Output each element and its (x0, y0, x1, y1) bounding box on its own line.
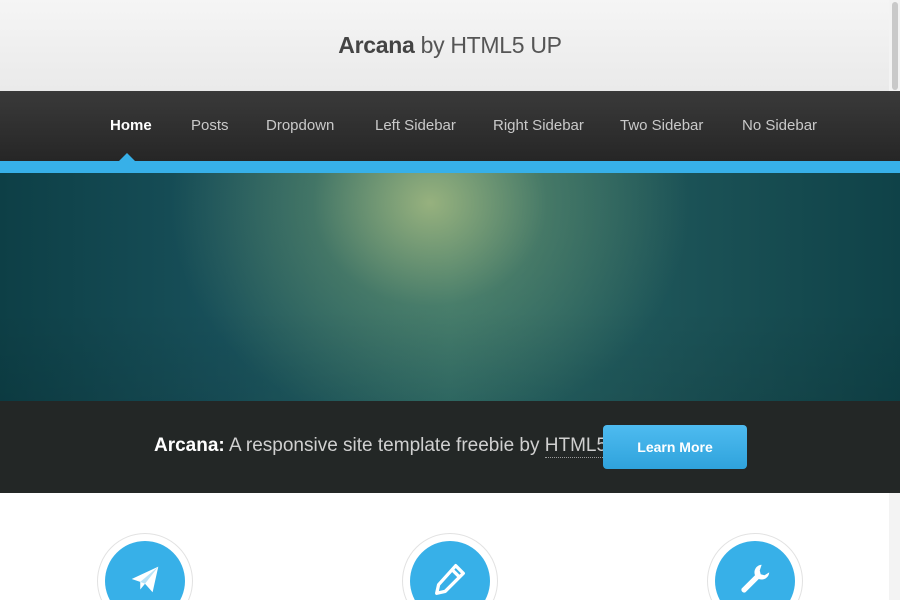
nav-list: Home Posts Dropdown Left Sidebar Right S… (0, 91, 900, 161)
nav-item-dropdown[interactable]: Dropdown (266, 117, 334, 134)
pencil-icon (410, 541, 490, 600)
accent-bar (0, 161, 900, 173)
logo-byline: by HTML5 UP (420, 32, 562, 58)
feature-paper-plane (97, 533, 193, 600)
site-header: Arcana by HTML5 UP (0, 0, 900, 91)
nav-item-two-sidebar[interactable]: Two Sidebar (620, 117, 703, 134)
learn-more-button[interactable]: Learn More (603, 425, 747, 469)
nav-item-right-sidebar[interactable]: Right Sidebar (493, 117, 584, 134)
cta-text: Arcana: A responsive site template freeb… (154, 435, 639, 458)
main-nav: Home Posts Dropdown Left Sidebar Right S… (0, 91, 900, 161)
feature-pencil (402, 533, 498, 600)
feature-wrench (707, 533, 803, 600)
site-logo[interactable]: Arcana by HTML5 UP (338, 32, 562, 59)
scrollbar-thumb[interactable] (892, 2, 898, 90)
cta-strip: Arcana: A responsive site template freeb… (0, 401, 900, 493)
nav-item-no-sidebar[interactable]: No Sidebar (742, 117, 817, 134)
wrench-icon (715, 541, 795, 600)
nav-item-home[interactable]: Home (110, 117, 152, 134)
logo-brand[interactable]: Arcana (338, 32, 414, 58)
active-nav-indicator (119, 153, 135, 161)
nav-item-left-sidebar[interactable]: Left Sidebar (375, 117, 456, 134)
cta-description: A responsive site template freebie by (228, 435, 540, 456)
paper-plane-icon (105, 541, 185, 600)
cta-strong: Arcana: (154, 435, 225, 456)
hero-banner (0, 173, 900, 401)
nav-item-posts[interactable]: Posts (191, 117, 229, 134)
